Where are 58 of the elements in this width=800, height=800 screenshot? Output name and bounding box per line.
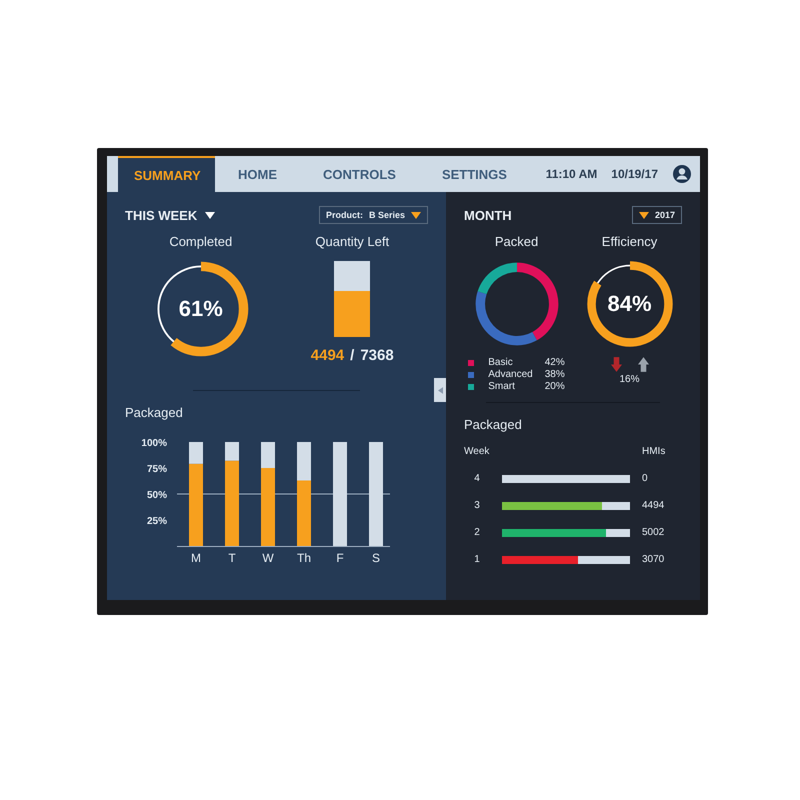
- quantity-total: 7368: [360, 347, 394, 364]
- axis-category-label: T: [228, 551, 236, 565]
- up-arrow-icon: [638, 357, 648, 372]
- caret-icon: [205, 212, 216, 218]
- nav-tab[interactable]: SUMMARY: [118, 156, 215, 192]
- week-number: 1: [473, 554, 481, 565]
- time-label: 11:10 AM: [546, 167, 598, 181]
- product-dropdown[interactable]: Product: B Series: [318, 206, 428, 224]
- completed-title: Completed: [169, 234, 232, 249]
- quantity-done: 4494: [310, 347, 344, 364]
- efficiency-title: Efficiency: [602, 234, 658, 249]
- hmis-heading: HMIs: [642, 446, 666, 457]
- legend-value: 42%: [544, 357, 565, 368]
- down-arrow-icon: [610, 357, 622, 372]
- legend-label: Smart: [488, 381, 516, 392]
- hmi-count: 0: [642, 473, 649, 484]
- quantity-title: Quantity Left: [315, 234, 390, 249]
- legend-value: 38%: [544, 369, 565, 380]
- axis-category-label: S: [372, 551, 380, 565]
- product-value: B Series: [368, 210, 405, 220]
- axis-tick-label: 75%: [146, 464, 167, 475]
- packed-title: Packed: [494, 234, 538, 249]
- period-dropdown[interactable]: THIS WEEK: [125, 208, 216, 222]
- nav-tab[interactable]: SETTINGS: [418, 156, 530, 192]
- caret-icon: [411, 212, 421, 218]
- product-label: Product:: [326, 210, 363, 220]
- legend-label: Basic: [488, 357, 514, 368]
- hmi-count: 5002: [642, 527, 666, 538]
- hmi-count: 4494: [642, 500, 666, 511]
- quantity-separator: /: [350, 347, 354, 364]
- collapse-handle[interactable]: [434, 378, 446, 402]
- year-dropdown[interactable]: 2017: [632, 206, 682, 224]
- legend-label: Advanced: [488, 369, 533, 380]
- axis-category-label: F: [336, 551, 344, 565]
- axis-category-label: W: [262, 551, 274, 565]
- axis-tick-label: 100%: [141, 438, 167, 449]
- nav-tab[interactable]: CONTROLS: [300, 156, 419, 192]
- axis-category-label: Th: [297, 551, 311, 565]
- efficiency-percent: 84%: [607, 291, 652, 317]
- caret-icon: [638, 212, 649, 218]
- axis-category-label: M: [191, 551, 201, 565]
- completed-percent: 61%: [178, 296, 223, 322]
- week-heading: Week: [464, 446, 490, 457]
- date-label: 10/19/17: [611, 167, 658, 181]
- week-number: 2: [473, 527, 481, 538]
- packaged-title: Packaged: [464, 417, 523, 432]
- period-label: MONTH: [464, 208, 512, 222]
- axis-tick-label: 50%: [146, 490, 167, 501]
- week-number: 4: [473, 473, 481, 484]
- legend-value: 20%: [544, 381, 565, 392]
- collapse-icon: [438, 386, 442, 394]
- week-number: 3: [473, 500, 481, 511]
- nav-tab[interactable]: HOME: [215, 156, 300, 192]
- efficiency-change: 16%: [619, 374, 640, 385]
- axis-tick-label: 25%: [146, 516, 167, 527]
- hmi-count: 3070: [642, 554, 666, 565]
- user-icon[interactable]: [672, 164, 692, 184]
- packaged-title: Packaged: [125, 405, 184, 420]
